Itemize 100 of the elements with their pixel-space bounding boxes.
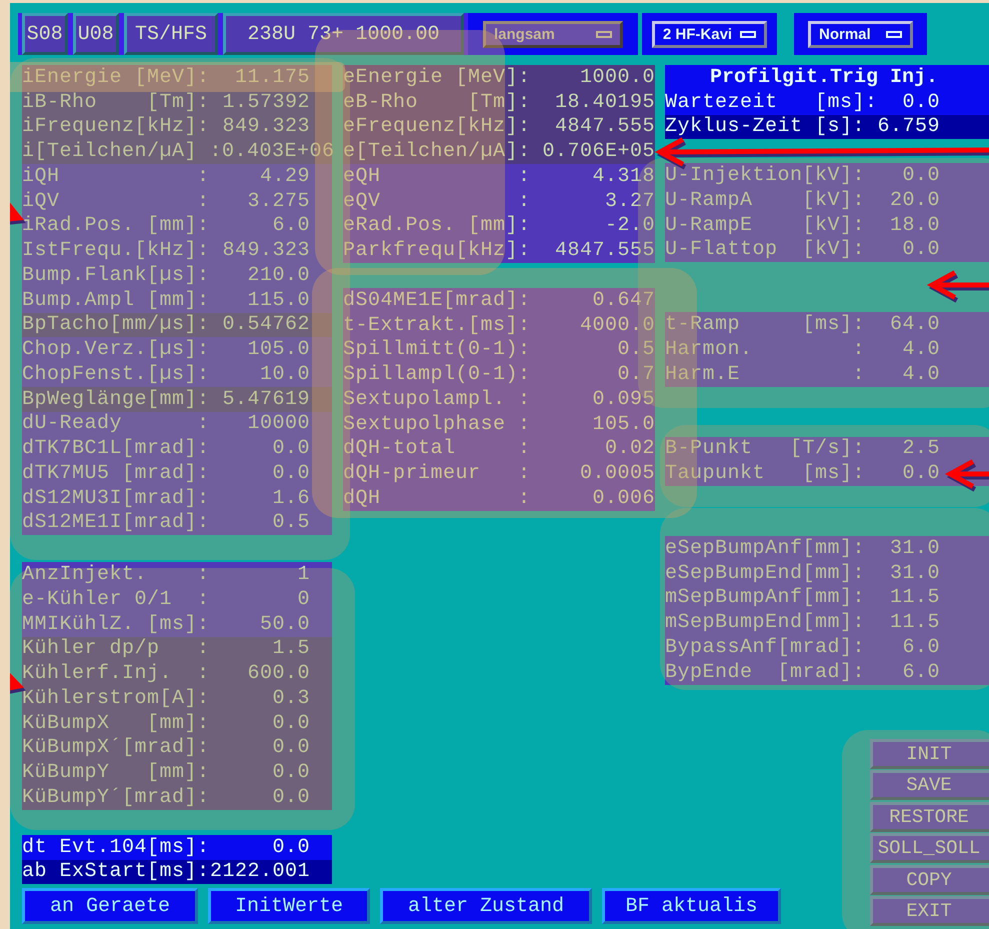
parameter-label: mSepBumpAnf[mm]: <box>665 586 866 610</box>
parameter-value[interactable]: 50.0 <box>210 612 310 636</box>
side-button[interactable]: SAVE <box>870 770 989 800</box>
parameter-value[interactable]: 4.318 <box>530 164 655 188</box>
dropdown[interactable]: 2 HF-Kavi <box>652 20 768 48</box>
parameter-value[interactable]: -2.0 <box>530 214 655 238</box>
parameter-value[interactable]: 64.0 <box>865 313 940 336</box>
parameter-value[interactable]: 20.0 <box>865 188 940 212</box>
parameter-value[interactable]: 6.0 <box>865 660 940 684</box>
parameter-value[interactable]: 0.0 <box>210 712 310 735</box>
parameter-value[interactable]: 0.0 <box>210 836 310 859</box>
parameter-value[interactable]: 1.6 <box>210 486 310 510</box>
parameter-label: U-Flattop [kV]: <box>665 238 866 262</box>
parameter-value[interactable]: 4847.555 <box>530 115 655 138</box>
parameter-value[interactable]: 11.175 <box>210 66 310 89</box>
parameter-value[interactable]: 849.323 <box>210 239 310 262</box>
parameter-label: iQV : <box>22 190 210 213</box>
parameter-label: iRad.Pos. [mm]: <box>22 214 210 238</box>
parameter-value[interactable]: 2122.001 <box>210 860 310 884</box>
parameter-value[interactable]: 0.0005 <box>530 462 655 486</box>
header-field: TS/HFS <box>124 13 218 55</box>
parameter-value[interactable]: 6.759 <box>865 115 940 138</box>
parameter-label: BpWeglänge[mm]: <box>22 388 210 411</box>
parameter-value[interactable]: 0.0 <box>210 761 310 784</box>
side-button[interactable]: RESTORE <box>870 802 989 832</box>
action-button[interactable]: InitWerte <box>208 888 370 924</box>
parameter-label: B-Punkt [T/s]: <box>665 437 866 460</box>
action-button[interactable]: BF aktualis <box>602 888 781 924</box>
parameter-value[interactable]: 0.7 <box>530 363 655 386</box>
parameter-value[interactable]: 4847.555 <box>530 239 655 262</box>
parameter-value[interactable]: 1.57392 <box>210 90 310 114</box>
parameter-value[interactable]: 0.0 <box>865 462 940 486</box>
parameter-value[interactable]: 0.0 <box>210 786 310 809</box>
parameter-label: dQH-primeur : <box>343 462 531 486</box>
parameter-value[interactable]: 0.3 <box>210 686 310 710</box>
parameter-label: Kühler dp/p : <box>22 637 210 660</box>
parameter-value[interactable]: 6.0 <box>865 636 940 659</box>
parameter-value[interactable]: 3.275 <box>210 190 310 213</box>
parameter-value[interactable]: 0.5 <box>210 511 310 534</box>
parameter-value[interactable]: 105.0 <box>210 338 310 362</box>
parameter-value[interactable]: 0.5 <box>530 338 655 362</box>
parameter-value[interactable]: 0.0 <box>878 90 940 114</box>
side-button[interactable]: EXIT <box>870 896 989 926</box>
parameter-label: Parkfrequ[kHz]: <box>343 239 531 262</box>
parameter-value[interactable]: 1 <box>210 563 310 586</box>
parameter-value[interactable]: 0.706E+05 <box>530 140 655 164</box>
parameter-value[interactable]: 31.0 <box>865 562 940 585</box>
parameter-value[interactable]: 0.02 <box>530 437 655 460</box>
parameter-value[interactable]: 0.0 <box>210 736 310 760</box>
parameter-value[interactable]: 600.0 <box>210 662 310 686</box>
parameter-value[interactable]: 210.0 <box>210 264 310 287</box>
side-button[interactable]: COPY <box>870 864 989 894</box>
parameter-value[interactable]: 18.40195 <box>530 90 655 114</box>
parameter-value[interactable]: 0.0 <box>210 462 310 485</box>
parameter-value[interactable]: 0.647 <box>530 288 655 312</box>
parameter-label: Kühlerf.Inj. : <box>22 662 210 686</box>
parameter-label: Wartezeit [ms]: <box>665 90 878 114</box>
action-button[interactable]: an Geraete <box>22 888 198 924</box>
parameter-value[interactable]: 0.54762 <box>210 313 310 336</box>
parameter-value[interactable]: 31.0 <box>865 536 940 560</box>
action-button[interactable]: alter Zustand <box>380 888 592 924</box>
parameter-value[interactable]: 2.5 <box>865 437 940 460</box>
parameter-value[interactable]: 0.095 <box>530 388 655 411</box>
parameter-value[interactable]: 10.0 <box>210 362 310 386</box>
parameter-value[interactable]: 0.0 <box>865 238 940 262</box>
parameter-value[interactable]: 11.5 <box>865 586 940 610</box>
parameter-value[interactable]: 0.006 <box>530 486 655 510</box>
parameter-label: AnzInjekt. : <box>22 563 210 586</box>
parameter-value[interactable]: 4.29 <box>210 164 310 188</box>
parameter-value[interactable]: 849.323 <box>210 115 310 138</box>
dropdown[interactable]: Normal <box>808 20 913 48</box>
parameter-label: dQH-total : <box>343 437 531 460</box>
parameter-value[interactable]: 4000.0 <box>530 314 655 337</box>
parameter-value[interactable]: 3.27 <box>530 190 655 213</box>
parameter-value[interactable]: 0 <box>210 588 310 611</box>
parameter-label: iB-Rho [Tm]: <box>22 90 210 114</box>
parameter-value[interactable]: 1.5 <box>210 637 310 660</box>
parameter-value[interactable]: 4.0 <box>865 362 940 386</box>
side-button[interactable]: SOLL_SOLL <box>870 833 989 863</box>
parameter-value[interactable]: 0.0 <box>210 437 310 460</box>
parameter-label: U-Injektion[kV]: <box>665 164 866 188</box>
parameter-label: BpTacho[mm/µs]: <box>22 313 210 336</box>
parameter-label: iFrequenz[kHz]: <box>22 115 210 138</box>
parameter-value[interactable]: 18.0 <box>865 214 940 237</box>
parameter-label: iEnergie [MeV]: <box>22 66 210 89</box>
parameter-label: U-RampE [kV]: <box>665 214 866 237</box>
parameter-value[interactable]: 0.0 <box>865 164 940 188</box>
parameter-value[interactable]: 1000.0 <box>530 66 655 89</box>
parameter-value[interactable]: 6.0 <box>210 214 310 238</box>
parameter-value[interactable]: 105.0 <box>530 412 655 436</box>
parameter-value[interactable]: 115.0 <box>210 288 310 312</box>
side-button[interactable]: INIT <box>870 738 989 768</box>
parameter-value[interactable]: 11.5 <box>865 611 940 634</box>
parameter-value[interactable]: 5.47619 <box>210 388 310 411</box>
parameter-value[interactable]: 4.0 <box>865 338 940 361</box>
parameter-label: MMIKühlZ. [ms]: <box>22 612 210 636</box>
header-field: U08 <box>72 13 120 55</box>
parameter-label: KüBumpX [mm]: <box>22 712 210 735</box>
parameter-value[interactable]: 10000 <box>210 412 310 436</box>
parameter-label: Sextupolphase : <box>343 412 531 436</box>
